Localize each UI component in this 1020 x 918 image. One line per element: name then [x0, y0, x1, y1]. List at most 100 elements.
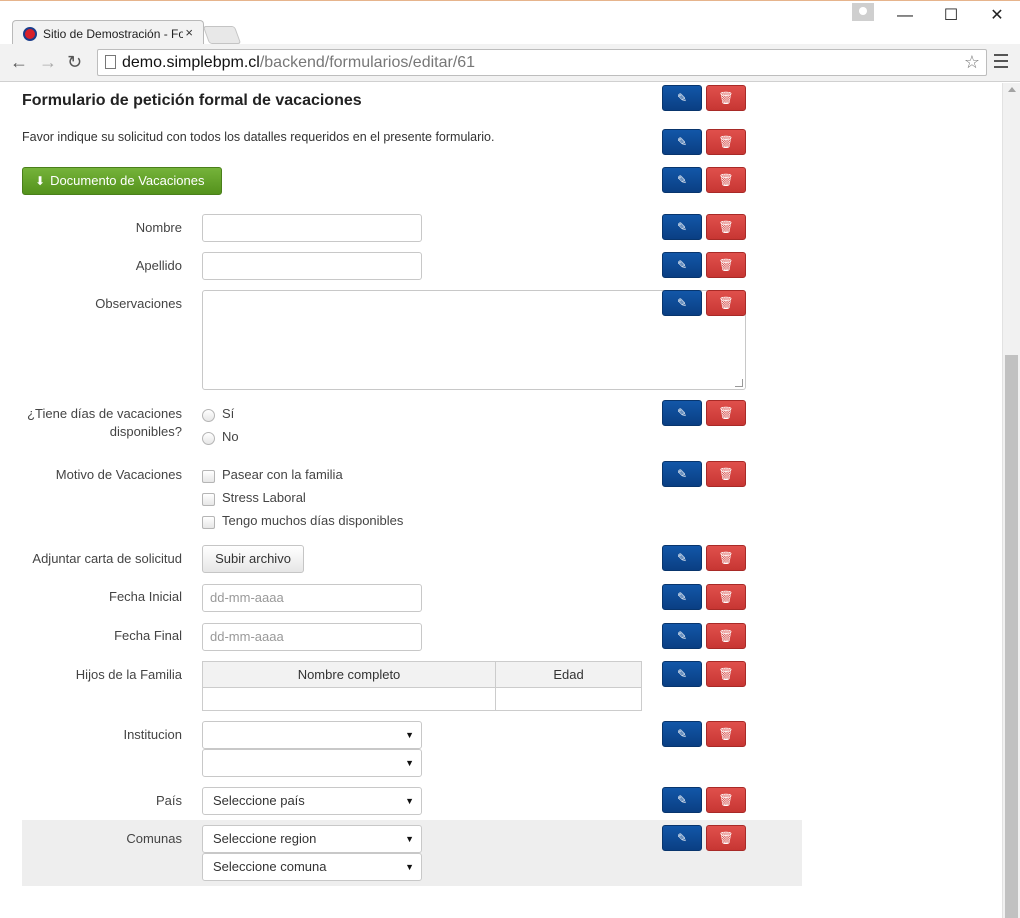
delete-field-button[interactable]: 🗑 — [706, 290, 746, 316]
edit-field-button[interactable]: ✎ — [662, 584, 702, 610]
browser-toolbar: ← → ↻ demo.simplebpm.cl/backend/formular… — [0, 44, 1020, 82]
delete-field-button[interactable]: 🗑 — [706, 584, 746, 610]
delete-field-button[interactable]: 🗑 — [706, 623, 746, 649]
close-window-button[interactable]: ✕ — [982, 5, 1012, 27]
region-select[interactable]: Seleccione region ▼ — [202, 825, 422, 853]
edit-field-button[interactable]: ✎ — [662, 623, 702, 649]
edit-icon: ✎ — [676, 135, 688, 149]
form-title: Formulario de petición formal de vacacio… — [22, 92, 362, 109]
edit-icon: ✎ — [676, 590, 688, 604]
radio-no[interactable] — [202, 432, 215, 445]
user-profile-icon[interactable] — [852, 3, 874, 21]
edit-field-button[interactable]: ✎ — [662, 85, 702, 111]
upload-file-button[interactable]: Subir archivo — [202, 545, 304, 573]
maximize-button[interactable]: ☐ — [936, 5, 966, 27]
delete-field-button[interactable]: 🗑 — [706, 129, 746, 155]
radio-si[interactable] — [202, 409, 215, 422]
trash-icon: 🗑 — [718, 220, 734, 234]
document-button-label: Documento de Vacaciones — [50, 173, 205, 188]
apellido-input[interactable] — [202, 252, 422, 280]
new-tab-button[interactable] — [202, 26, 242, 44]
checkbox-dias[interactable] — [202, 516, 215, 529]
edit-field-button[interactable]: ✎ — [662, 661, 702, 687]
trash-icon: 🗑 — [718, 135, 734, 149]
delete-field-button[interactable]: 🗑 — [706, 721, 746, 747]
label-dias-line1: ¿Tiene días de vacaciones — [27, 406, 182, 421]
download-icon: ⬇ — [35, 174, 46, 188]
trash-icon: 🗑 — [718, 831, 734, 845]
label-comunas: Comunas — [126, 831, 182, 846]
pais-select[interactable]: Seleccione país ▼ — [202, 787, 422, 815]
document-download-button[interactable]: ⬇ Documento de Vacaciones — [22, 167, 222, 195]
delete-field-button[interactable]: 🗑 — [706, 400, 746, 426]
back-icon[interactable]: ← — [10, 52, 28, 72]
url-path: /backend/formularios/editar/61 — [259, 54, 476, 71]
reload-icon[interactable]: ↻ — [67, 52, 82, 72]
label-fecha-inicial: Fecha Inicial — [109, 589, 182, 604]
edit-icon: ✎ — [676, 258, 688, 272]
delete-field-button[interactable]: 🗑 — [706, 461, 746, 487]
edit-field-button[interactable]: ✎ — [662, 461, 702, 487]
checkbox-stress-label: Stress Laboral — [222, 490, 306, 505]
delete-field-button[interactable]: 🗑 — [706, 787, 746, 813]
browser-tab[interactable]: Sitio de Demostración - Fo × — [12, 20, 204, 46]
table-header-edad: Edad — [496, 662, 641, 688]
edit-icon: ✎ — [676, 220, 688, 234]
delete-field-button[interactable]: 🗑 — [706, 545, 746, 571]
label-fecha-final: Fecha Final — [114, 628, 182, 643]
delete-field-button[interactable]: 🗑 — [706, 661, 746, 687]
scroll-up-icon[interactable] — [1008, 87, 1016, 92]
edit-field-button[interactable]: ✎ — [662, 290, 702, 316]
edit-field-button[interactable]: ✎ — [662, 721, 702, 747]
edit-icon: ✎ — [676, 173, 688, 187]
forward-icon[interactable]: → — [39, 52, 57, 72]
vertical-scrollbar[interactable] — [1002, 83, 1020, 918]
tab-close-icon[interactable]: × — [185, 25, 193, 40]
edit-field-button[interactable]: ✎ — [662, 400, 702, 426]
label-adjuntar: Adjuntar carta de solicitud — [32, 551, 182, 566]
radio-no-label: No — [222, 429, 239, 444]
edit-icon: ✎ — [676, 296, 688, 310]
address-bar[interactable]: demo.simplebpm.cl/backend/formularios/ed… — [97, 49, 987, 76]
delete-field-button[interactable]: 🗑 — [706, 252, 746, 278]
institucion-select[interactable]: ▼ — [202, 721, 422, 749]
browser-menu-icon[interactable] — [994, 54, 1008, 72]
edit-field-button[interactable]: ✎ — [662, 787, 702, 813]
edit-field-button[interactable]: ✎ — [662, 825, 702, 851]
form-description: Favor indique su solicitud con todos los… — [22, 130, 495, 144]
edit-field-button[interactable]: ✎ — [662, 545, 702, 571]
trash-icon: 🗑 — [718, 590, 734, 604]
pais-select-value: Seleccione país — [213, 793, 305, 808]
chevron-down-icon: ▼ — [405, 730, 414, 740]
edit-field-button[interactable]: ✎ — [662, 129, 702, 155]
checkbox-stress[interactable] — [202, 493, 215, 506]
minimize-button[interactable]: — — [890, 5, 920, 27]
site-favicon-icon — [23, 27, 37, 41]
delete-field-button[interactable]: 🗑 — [706, 167, 746, 193]
hijos-table[interactable]: Nombre completo Edad — [202, 661, 642, 711]
delete-field-button[interactable]: 🗑 — [706, 825, 746, 851]
edit-field-button[interactable]: ✎ — [662, 167, 702, 193]
edit-icon: ✎ — [676, 831, 688, 845]
edit-icon: ✎ — [676, 551, 688, 565]
nombre-input[interactable] — [202, 214, 422, 242]
delete-field-button[interactable]: 🗑 — [706, 214, 746, 240]
checkbox-pasear[interactable] — [202, 470, 215, 483]
delete-field-button[interactable]: 🗑 — [706, 85, 746, 111]
trash-icon: 🗑 — [718, 258, 734, 272]
edit-field-button[interactable]: ✎ — [662, 252, 702, 278]
label-apellido: Apellido — [135, 258, 182, 273]
page-viewport: Formulario de petición formal de vacacio… — [0, 83, 1002, 918]
label-institucion: Institucion — [123, 727, 182, 742]
scrollbar-thumb[interactable] — [1005, 355, 1018, 918]
checkbox-pasear-label: Pasear con la familia — [222, 467, 343, 482]
fecha-inicial-input[interactable]: dd-mm-aaaa — [202, 584, 422, 612]
institucion-subselect[interactable]: ▼ — [202, 749, 422, 777]
edit-field-button[interactable]: ✎ — [662, 214, 702, 240]
comuna-select[interactable]: Seleccione comuna ▼ — [202, 853, 422, 881]
tab-title: Sitio de Demostración - Fo — [43, 27, 183, 41]
chevron-down-icon: ▼ — [405, 862, 414, 872]
page-icon — [105, 55, 116, 69]
bookmark-star-icon[interactable]: ☆ — [964, 50, 980, 75]
fecha-final-input[interactable]: dd-mm-aaaa — [202, 623, 422, 651]
